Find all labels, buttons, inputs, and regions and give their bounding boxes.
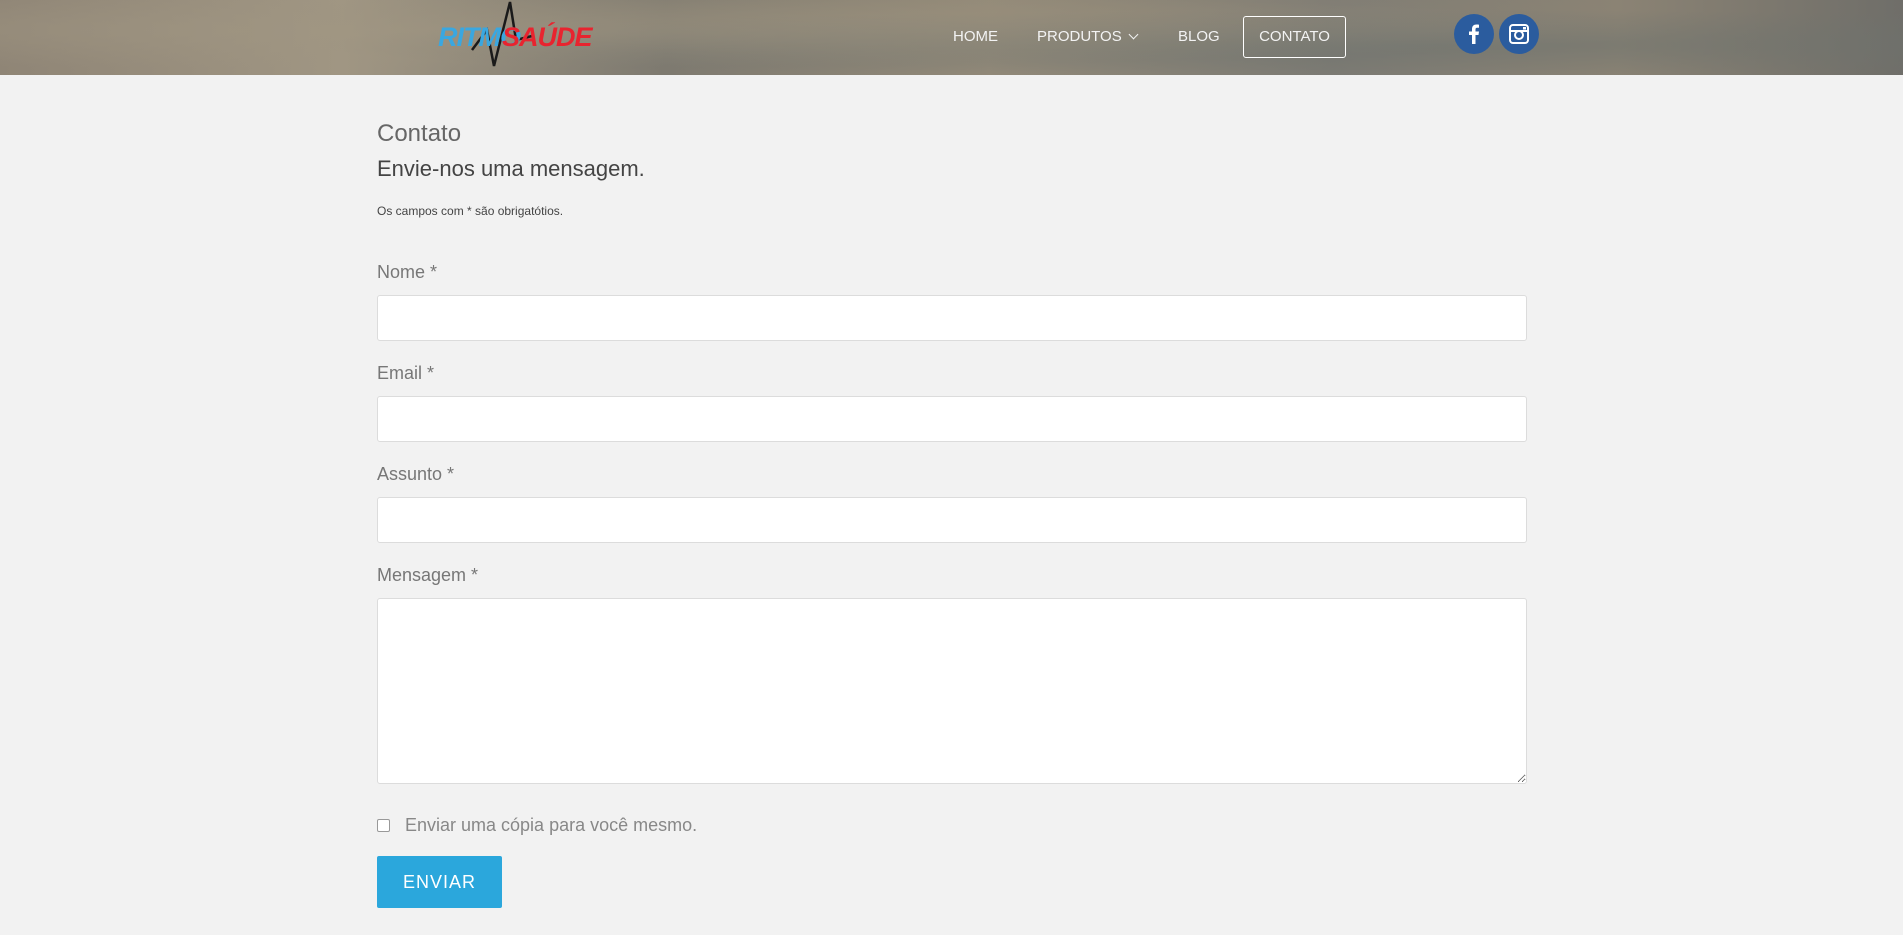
email-label: Email *: [377, 363, 435, 383]
copy-checkbox-row[interactable]: Enviar uma cópia para você mesmo.: [377, 814, 1527, 836]
logo-text-saude: SAÚDE: [502, 22, 593, 52]
contact-form: Nome * Email * Assunto * Mensagem * Envi…: [377, 262, 1527, 908]
nav-blog-label: BLOG: [1178, 28, 1220, 45]
nav-contato[interactable]: CONTATO: [1243, 16, 1346, 58]
nome-input[interactable]: [377, 295, 1527, 341]
submit-button[interactable]: ENVIAR: [377, 856, 502, 908]
nav-home[interactable]: HOME: [953, 16, 998, 58]
chevron-down-icon: [1128, 29, 1139, 40]
copy-checkbox-label: Enviar uma cópia para você mesmo.: [405, 814, 698, 835]
facebook-icon: [1469, 24, 1479, 44]
page-subtitle: Envie-nos uma mensagem.: [377, 156, 645, 181]
email-input[interactable]: [377, 396, 1527, 442]
mensagem-textarea[interactable]: [377, 598, 1527, 784]
page-title: Contato: [377, 120, 462, 147]
assunto-label: Assunto *: [377, 464, 455, 484]
required-fields-note: Os campos com * são obrigatótios.: [377, 204, 564, 218]
site-header: RITMO SAÚDE HOME PRODUTOS BLOG CONTATO: [0, 0, 1903, 75]
nav-blog[interactable]: BLOG: [1178, 16, 1220, 58]
copy-checkbox[interactable]: [377, 818, 390, 832]
nav-home-label: HOME: [953, 28, 998, 45]
nav-produtos[interactable]: PRODUTOS: [1037, 16, 1139, 58]
assunto-input[interactable]: [377, 497, 1527, 543]
nav-produtos-label: PRODUTOS: [1037, 28, 1122, 45]
instagram-button[interactable]: [1499, 14, 1539, 54]
nav-contato-label: CONTATO: [1259, 28, 1330, 45]
facebook-button[interactable]: [1454, 14, 1494, 54]
contact-form-section: Contato Envie-nos uma mensagem. Os campo…: [377, 120, 1527, 908]
nome-label: Nome *: [377, 262, 438, 282]
instagram-icon: [1509, 24, 1529, 44]
site-logo[interactable]: RITMO SAÚDE: [432, 0, 607, 72]
mensagem-label: Mensagem *: [377, 565, 479, 585]
